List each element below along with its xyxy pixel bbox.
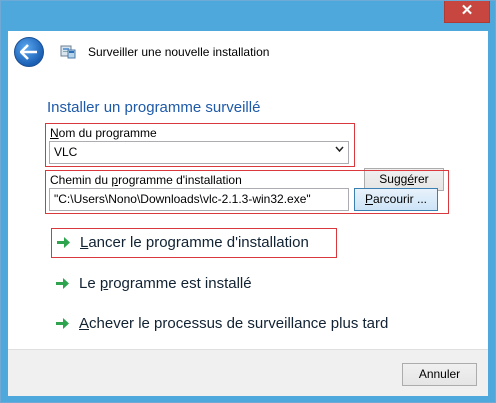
install-path-label: Chemin du programme d'installation (50, 173, 242, 187)
finish-later-command[interactable]: Achever le processus de surveillance plu… (51, 310, 411, 338)
dialog-header: Surveiller une nouvelle installation (8, 31, 488, 75)
dialog-body: Surveiller une nouvelle installation Ins… (8, 31, 488, 396)
program-installed-label: Le programme est installé (79, 275, 252, 292)
launch-installer-command[interactable]: Lancer le programme d'installation (51, 228, 337, 258)
content-area: Installer un programme surveillé Nom du … (18, 75, 478, 347)
close-button[interactable]: ✕ (444, 1, 490, 23)
program-installed-command[interactable]: Le programme est installé (51, 270, 281, 298)
program-name-select[interactable]: VLC (49, 141, 349, 164)
finish-later-label: Achever le processus de surveillance plu… (79, 315, 389, 332)
install-path-value: "C:\Users\Nono\Downloads\vlc-2.1.3-win32… (54, 192, 311, 206)
back-button[interactable] (14, 37, 44, 67)
cancel-button[interactable]: Annuler (402, 363, 477, 386)
installer-monitor-icon (60, 45, 76, 59)
green-arrow-icon (56, 318, 69, 329)
chevron-down-icon[interactable] (335, 145, 344, 156)
launch-installer-label: Lancer le programme d'installation (80, 234, 309, 251)
close-icon: ✕ (460, 2, 474, 19)
dialog-footer: Annuler (8, 349, 488, 396)
program-name-label: Nom du programme (50, 126, 157, 140)
program-name-value: VLC (54, 145, 78, 159)
install-path-field[interactable]: "C:\Users\Nono\Downloads\vlc-2.1.3-win32… (49, 188, 349, 211)
dialog-window: ✕ Surveiller une nouvelle installation I… (0, 0, 496, 403)
title-bar[interactable]: ✕ (1, 1, 495, 31)
install-path-group: Chemin du programme d'installation "C:\U… (45, 170, 449, 214)
green-arrow-icon (56, 278, 69, 289)
dialog-title: Surveiller une nouvelle installation (88, 45, 270, 59)
program-name-group: Nom du programme VLC (45, 123, 355, 167)
section-title: Installer un programme surveillé (47, 99, 261, 116)
back-arrow-icon (20, 44, 37, 60)
green-arrow-icon (57, 237, 70, 248)
browse-button[interactable]: Parcourir ... (354, 188, 438, 211)
